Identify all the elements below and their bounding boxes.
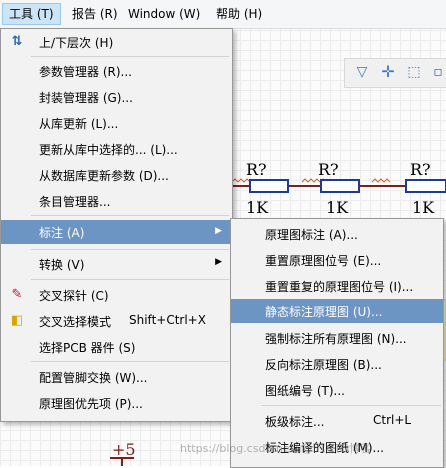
- submenu-item-back-annotate[interactable]: 反向标注原理图 (B)...: [231, 353, 443, 375]
- value-label: 1K: [246, 198, 269, 217]
- designator-label: R?: [318, 160, 339, 179]
- submenu-item-annotate-schematics[interactable]: 原理图标注 (A)...: [231, 223, 443, 245]
- submenu-item-reset-duplicate-designators[interactable]: 重置重复的原理图位号 (I)...: [231, 275, 443, 297]
- resistor-body: [249, 179, 289, 193]
- menu-item-label: 图纸编号 (T)...: [265, 384, 345, 398]
- filter-icon[interactable]: ▽: [353, 63, 371, 81]
- submenu-arrow-icon: ▶: [215, 257, 222, 267]
- power-port-label: +5: [112, 440, 136, 459]
- submenu-item-reset-designators[interactable]: 重置原理图位号 (E)...: [231, 249, 443, 271]
- cross-probe-icon: ✎: [11, 287, 23, 302]
- tools-dropdown-menu: ⇅ 上/下层次 (H) 参数管理器 (R)... 封装管理器 (G)... 从库…: [0, 28, 233, 422]
- menu-item-label: 参数管理器 (R)...: [39, 65, 132, 79]
- wire-squiggle: [231, 178, 251, 183]
- menu-item-label: 封装管理器 (G)...: [39, 91, 133, 105]
- menu-item-label: 从数据库更新参数 (D)...: [39, 169, 169, 183]
- value-label: 1K: [412, 198, 435, 217]
- menu-item-label: 标注 (A): [39, 226, 85, 240]
- move-icon[interactable]: ✛: [379, 63, 397, 81]
- menu-item-update-from-library[interactable]: 从库更新 (L)...: [1, 112, 232, 134]
- menu-item-label: 交叉选择模式: [39, 315, 112, 329]
- menu-separator: [31, 249, 229, 250]
- watermark: https://blog.csdn.net/ @51CTO博客: [180, 442, 372, 455]
- menu-item-label: 强制标注所有原理图 (N)...: [265, 332, 407, 346]
- resistor-body: [405, 179, 446, 193]
- resistor-body: [320, 179, 360, 193]
- menu-item-label: 重置重复的原理图位号 (I)...: [265, 280, 414, 294]
- submenu-item-force-annotate-all[interactable]: 强制标注所有原理图 (N)...: [231, 327, 443, 349]
- menu-item-up-down-hierarchy[interactable]: ⇅ 上/下层次 (H): [1, 31, 232, 53]
- menu-item-label: 重置原理图位号 (E)...: [265, 254, 382, 268]
- place-icon[interactable]: ▫: [429, 63, 446, 81]
- menu-item-label: 原理图优先项 (P)...: [39, 397, 143, 411]
- menu-item-label: 从库更新 (L)...: [39, 117, 119, 131]
- menu-item-label: 转换 (V): [39, 258, 85, 272]
- menu-item-update-selected-from-library[interactable]: 更新从库中选择的... (L)...: [1, 138, 232, 160]
- menu-reports[interactable]: 报告 (R): [66, 4, 124, 24]
- menu-item-item-manager[interactable]: 条目管理器...: [1, 190, 232, 212]
- up-down-hierarchy-icon: ⇅: [11, 34, 23, 49]
- submenu-item-static-annotate[interactable]: 静态标注原理图 (U)...: [231, 299, 443, 323]
- menu-window[interactable]: Window (W): [122, 4, 206, 24]
- annotate-submenu: 原理图标注 (A)... 重置原理图位号 (E)... 重置重复的原理图位号 (…: [230, 218, 444, 468]
- menu-item-select-pcb-components[interactable]: 选择PCB 器件 (S): [1, 336, 232, 358]
- submenu-arrow-icon: ▶: [215, 226, 222, 236]
- select-rect-icon[interactable]: ⬚: [405, 63, 423, 81]
- value-label: 1K: [326, 198, 349, 217]
- menu-item-label: 反向标注原理图 (B)...: [265, 358, 382, 372]
- menu-item-label: 条目管理器...: [39, 195, 111, 209]
- menu-item-schematic-preferences[interactable]: 原理图优先项 (P)...: [1, 392, 232, 414]
- menu-item-annotate[interactable]: 标注 (A) ▶: [1, 220, 232, 244]
- menu-item-cross-probe[interactable]: ✎ 交叉探针 (C): [1, 284, 232, 306]
- menu-separator: [31, 361, 229, 362]
- menu-bar: 工具 (T) 报告 (R) Window (W) 帮助 (H): [0, 0, 446, 29]
- menu-item-configure-pin-swapping[interactable]: 配置管脚交换 (W)...: [1, 366, 232, 388]
- menu-separator: [31, 56, 229, 57]
- cross-select-icon: ◧: [10, 313, 24, 328]
- menu-item-label: 原理图标注 (A)...: [265, 228, 358, 242]
- menu-item-label: 板级标注...: [265, 415, 325, 429]
- menu-item-update-parameters-from-database[interactable]: 从数据库更新参数 (D)...: [1, 164, 232, 186]
- menu-item-convert[interactable]: 转换 (V) ▶: [1, 253, 232, 275]
- menu-separator: [31, 215, 229, 216]
- menu-item-label: 交叉探针 (C): [39, 289, 109, 303]
- menu-separator: [31, 279, 229, 280]
- menu-item-cross-select-mode[interactable]: ◧ 交叉选择模式 Shift+Ctrl+X: [1, 310, 232, 332]
- menu-item-label: 上/下层次 (H): [39, 36, 114, 50]
- menu-item-footprint-manager[interactable]: 封装管理器 (G)...: [1, 86, 232, 108]
- menu-item-label: 更新从库中选择的... (L)...: [39, 143, 178, 157]
- menu-item-shortcut: Ctrl+L: [373, 413, 412, 427]
- menu-item-label: 静态标注原理图 (U)...: [265, 305, 383, 319]
- submenu-item-board-level-annotate[interactable]: 板级标注... Ctrl+L: [231, 410, 443, 432]
- menu-item-parameter-manager[interactable]: 参数管理器 (R)...: [1, 60, 232, 82]
- menu-item-label: 配置管脚交换 (W)...: [39, 371, 148, 385]
- menu-item-label: 选择PCB 器件 (S): [39, 341, 136, 355]
- menu-help[interactable]: 帮助 (H): [210, 4, 268, 24]
- menu-separator: [261, 405, 441, 406]
- active-bar-toolbar: ▽ ✛ ⬚ ▫: [344, 58, 446, 88]
- menu-tools[interactable]: 工具 (T): [2, 3, 61, 25]
- menu-item-shortcut: Shift+Ctrl+X: [129, 313, 206, 327]
- designator-label: R?: [246, 160, 267, 179]
- designator-label: R?: [410, 160, 431, 179]
- submenu-item-number-sheets[interactable]: 图纸编号 (T)...: [231, 379, 443, 401]
